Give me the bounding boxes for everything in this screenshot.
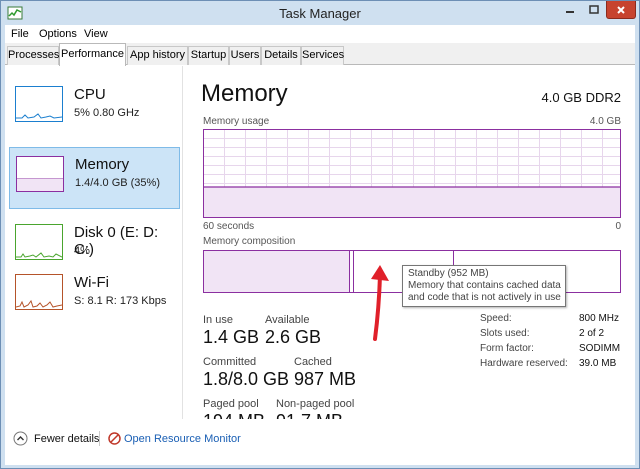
memory-usage-label: Memory usage <box>203 116 270 127</box>
hardware-reserved-value: 39.0 MB <box>579 358 617 369</box>
tab-performance[interactable]: Performance <box>59 43 126 66</box>
memory-usage-max: 4.0 GB <box>589 116 621 127</box>
close-button[interactable] <box>606 1 636 19</box>
sidebar-title-memory: Memory <box>75 156 130 173</box>
composition-in-use-segment[interactable] <box>204 251 350 292</box>
sidebar-title-cpu: CPU <box>74 86 106 103</box>
disk-thumbnail-graph <box>15 224 63 260</box>
sidebar-item-memory[interactable]: Memory 1.4/4.0 GB (35%) <box>9 147 180 209</box>
cpu-thumbnail-graph <box>15 86 63 122</box>
tab-app-history[interactable]: App history <box>127 46 188 65</box>
speed-value: 800 MHz <box>579 313 620 324</box>
performance-sidebar: CPU 5% 0.80 GHz Memory 1.4/4.0 GB (35%) … <box>5 66 183 419</box>
maximize-icon <box>589 5 599 14</box>
form-factor-label: Form factor: <box>480 343 534 354</box>
maximize-button[interactable] <box>582 1 606 19</box>
tab-services[interactable]: Services <box>301 46 344 65</box>
memory-spec: 4.0 GB DDR2 <box>541 90 621 105</box>
non-paged-pool-label: Non-paged pool <box>276 398 355 410</box>
tooltip-line-1: Memory that contains cached data <box>408 280 561 291</box>
available-label: Available <box>265 314 310 326</box>
footer-divider <box>99 431 100 446</box>
memory-usage-graph <box>203 129 621 218</box>
tooltip-line-2: and code that is not actively in use <box>408 292 561 303</box>
open-resource-monitor-link[interactable]: Open Resource Monitor <box>124 433 241 445</box>
in-use-value: 1.4 GB <box>203 327 260 347</box>
window-title: Task Manager <box>279 6 361 21</box>
paged-pool-label: Paged pool <box>203 398 259 410</box>
tab-details[interactable]: Details <box>261 46 301 65</box>
hardware-reserved-label: Hardware reserved: <box>480 358 568 369</box>
menu-options[interactable]: Options <box>39 28 77 40</box>
tab-users[interactable]: Users <box>229 46 261 65</box>
available-value: 2.6 GB <box>265 327 322 347</box>
time-axis-label: 60 seconds <box>203 221 255 232</box>
client-area: File Options View Processes Performance … <box>5 25 635 465</box>
fewer-details-chevron-icon[interactable] <box>13 431 28 446</box>
sidebar-subtitle-disk: 4% <box>74 245 90 257</box>
title-bar[interactable]: Task Manager <box>1 1 639 25</box>
menu-view[interactable]: View <box>84 28 108 40</box>
sidebar-subtitle-wifi: S: 8.1 R: 173 Kbps <box>74 295 167 307</box>
in-use-label: In use <box>203 314 233 326</box>
minimize-button[interactable] <box>557 1 582 19</box>
form-factor-value: SODIMM <box>579 343 621 354</box>
sidebar-subtitle-memory: 1.4/4.0 GB (35%) <box>75 177 160 189</box>
menu-file[interactable]: File <box>11 28 29 40</box>
tab-startup[interactable]: Startup <box>188 46 229 65</box>
close-icon <box>617 6 625 14</box>
red-arrow-annotation <box>371 265 389 341</box>
slots-used-value: 2 of 2 <box>579 328 605 339</box>
sidebar-item-wifi[interactable]: Wi-Fi S: 8.1 R: 173 Kbps <box>9 266 180 328</box>
memory-composition-label: Memory composition <box>203 236 296 247</box>
cached-label: Cached <box>294 356 332 368</box>
resource-monitor-icon[interactable] <box>108 432 121 445</box>
committed-label: Committed <box>203 356 257 368</box>
wifi-thumbnail-graph <box>15 274 63 310</box>
minimize-icon <box>565 11 574 13</box>
standby-tooltip: Standby (952 MB) Memory that contains ca… <box>402 265 566 307</box>
tab-processes[interactable]: Processes <box>7 46 59 65</box>
cached-value: 987 MB <box>294 369 357 389</box>
memory-panel: Memory 4.0 GB DDR2 Memory usage 4.0 GB 6… <box>191 66 633 431</box>
sidebar-item-cpu[interactable]: CPU 5% 0.80 GHz <box>9 78 180 140</box>
speed-label: Speed: <box>480 313 512 324</box>
page-title: Memory <box>201 80 288 107</box>
time-axis-end: 0 <box>615 221 621 232</box>
memory-thumbnail-graph <box>16 156 64 192</box>
tab-strip: Processes Performance App history Startu… <box>5 43 635 66</box>
fewer-details-link[interactable]: Fewer details <box>34 433 99 445</box>
sidebar-title-wifi: Wi-Fi <box>74 274 109 291</box>
sidebar-subtitle-cpu: 5% 0.80 GHz <box>74 107 140 119</box>
slots-used-label: Slots used: <box>480 328 530 339</box>
footer-bar: Fewer details Open Resource Monitor <box>5 419 635 465</box>
tooltip-title: Standby (952 MB) <box>408 268 489 279</box>
menu-bar: File Options View <box>5 25 635 43</box>
committed-value: 1.8/8.0 GB <box>203 369 290 389</box>
task-manager-window: Task Manager File Options View Processes… <box>0 0 640 469</box>
